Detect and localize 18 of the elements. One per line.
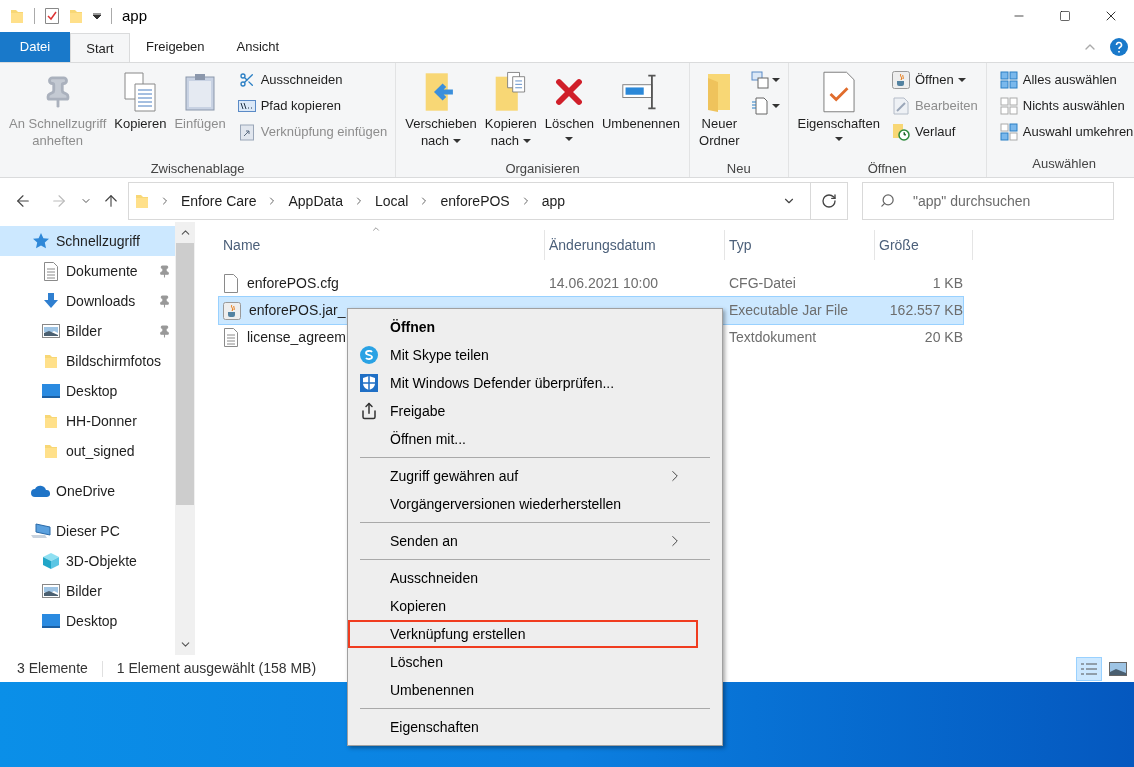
group-label: Organisieren — [505, 160, 580, 178]
file-name: enforePOS.jar_ — [249, 301, 346, 320]
group-label: Zwischenablage — [150, 160, 245, 178]
size-cell-text: 1 KB — [932, 274, 963, 293]
type-cell: CFG-Datei — [729, 275, 796, 291]
type-cell: Textdokument — [729, 329, 817, 345]
date-cell: 14.06.2021 10:00 — [549, 275, 658, 291]
file-name: license_agreem — [247, 328, 346, 347]
group-label: Neu — [726, 160, 751, 178]
type-cell: Executable Jar File — [729, 302, 849, 318]
size-cell-text: 162.557 KB — [889, 301, 963, 320]
group-label: Öffnen — [867, 160, 907, 178]
size-cell-text: 20 KB — [924, 328, 963, 347]
item-count: 3 Elemente — [17, 659, 88, 678]
window-title: app — [122, 5, 148, 26]
selection-info: 1 Element ausgewählt (158 MB) — [116, 659, 317, 678]
group-label: Auswählen — [1032, 154, 1096, 173]
file-name: enforePOS.cfg — [247, 274, 339, 293]
